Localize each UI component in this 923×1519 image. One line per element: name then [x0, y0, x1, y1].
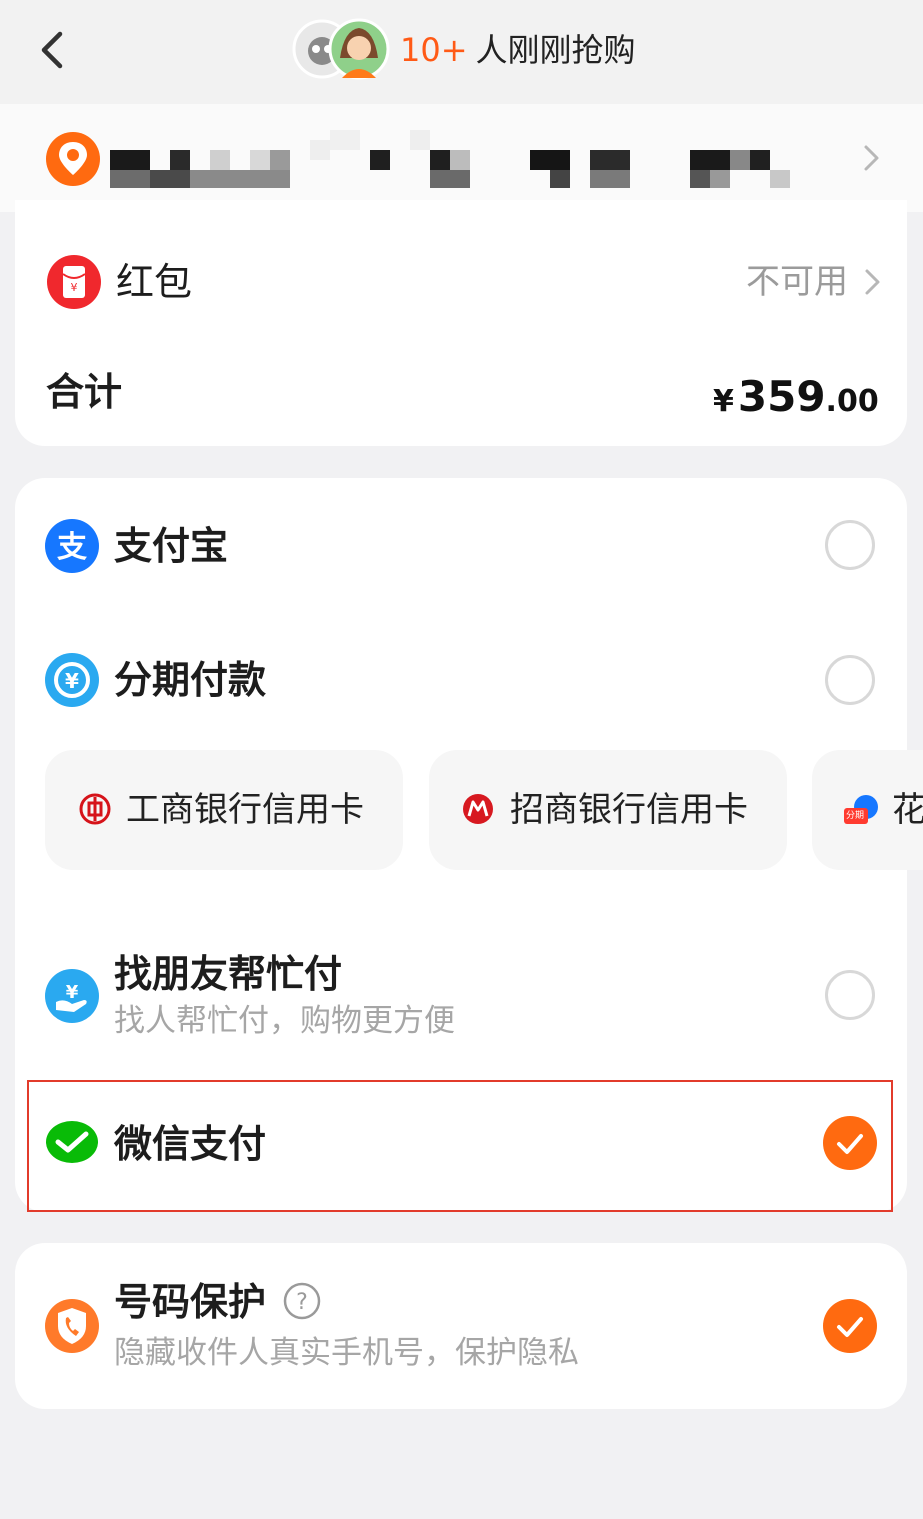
svg-text:¥: ¥	[65, 669, 79, 693]
recent-buyers-text: 10+ 人刚刚抢购	[400, 26, 636, 74]
cmb-label: 招商银行信用卡	[510, 790, 748, 830]
buyers-label: 人刚刚抢购	[475, 31, 636, 69]
address-redacted	[110, 130, 810, 192]
cmb-logo-icon	[462, 793, 494, 829]
total-amount: ¥359.00	[713, 372, 879, 421]
installment-icon: ¥	[44, 652, 100, 708]
total-decimal: .00	[825, 384, 879, 419]
buyers-count: 10+	[400, 31, 468, 69]
back-arrow-icon[interactable]	[34, 28, 74, 72]
alipay-label: 支付宝	[114, 524, 229, 568]
friend-pay-subtitle: 找人帮忙付，购物更方便	[114, 1003, 455, 1039]
currency-symbol: ¥	[713, 384, 734, 419]
icbc-logo-icon	[79, 793, 111, 829]
friend-pay-icon: ¥	[44, 968, 100, 1024]
help-icon[interactable]: ?	[282, 1281, 322, 1325]
installment-radio[interactable]	[825, 655, 875, 705]
icbc-label: 工商银行信用卡	[126, 790, 364, 830]
svg-text:¥: ¥	[71, 281, 78, 294]
privacy-card	[15, 1243, 907, 1409]
installment-label: 分期付款	[114, 658, 267, 702]
svg-text:支: 支	[57, 530, 87, 565]
alipay-icon: 支	[44, 518, 100, 574]
buyer-avatars	[292, 18, 392, 80]
huabei-badge: 分期	[846, 811, 865, 821]
total-label: 合计	[46, 370, 123, 414]
red-packet-chevron-icon	[860, 266, 886, 302]
location-pin-icon	[44, 130, 102, 188]
privacy-title: 号码保护	[114, 1280, 267, 1324]
red-packet-icon: ¥	[46, 254, 102, 310]
svg-text:?: ?	[296, 1290, 308, 1315]
selection-highlight	[27, 1080, 893, 1212]
red-packet-label: 红包	[116, 260, 193, 304]
address-chevron-icon	[858, 142, 884, 178]
phone-shield-icon	[44, 1298, 100, 1354]
card-chip-huabei[interactable]: 分期 花	[812, 750, 923, 870]
privacy-check[interactable]	[823, 1299, 877, 1353]
friend-pay-radio[interactable]	[825, 970, 875, 1020]
friend-pay-label: 找朋友帮忙付	[114, 952, 343, 996]
huabei-label: 花	[892, 790, 923, 830]
red-packet-status[interactable]: 不可用	[746, 258, 848, 306]
alipay-radio[interactable]	[825, 520, 875, 570]
check-icon	[837, 1317, 863, 1337]
svg-text:¥: ¥	[66, 982, 79, 1003]
privacy-subtitle: 隐藏收件人真实手机号，保护隐私	[114, 1335, 579, 1371]
total-integer: 359	[737, 372, 826, 421]
